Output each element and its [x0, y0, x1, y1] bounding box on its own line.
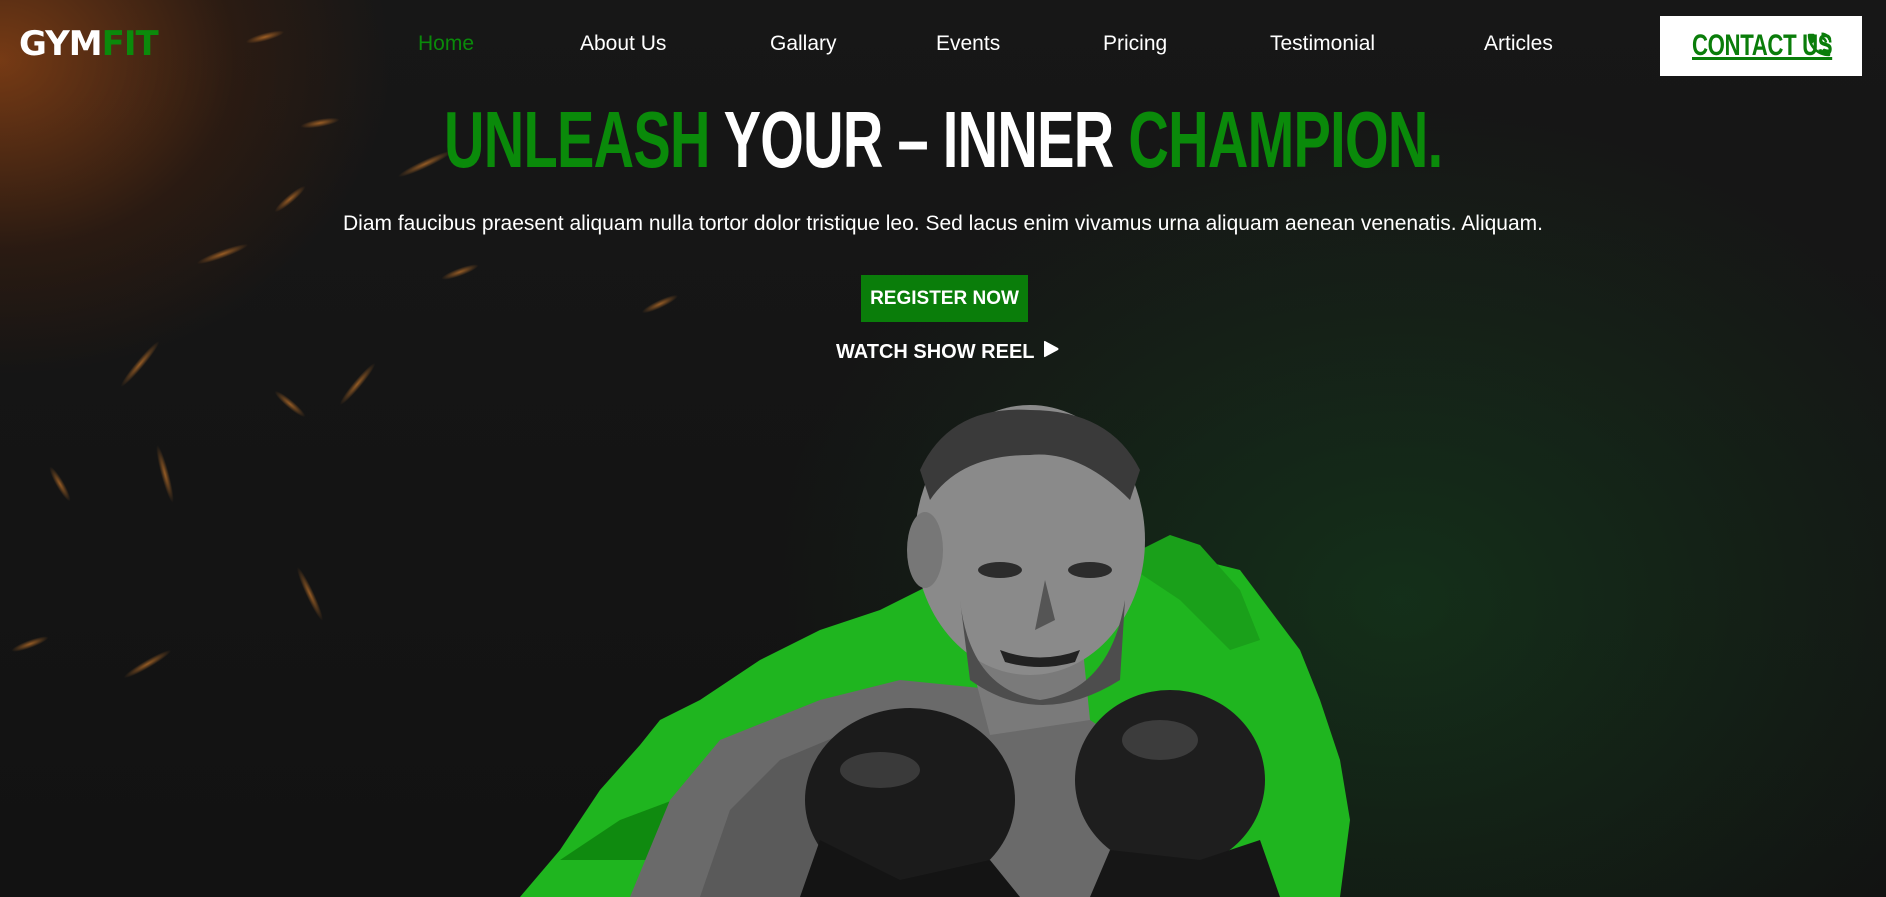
nav-item-gallary[interactable]: Gallary	[770, 32, 837, 56]
nav-item-pricing[interactable]: Pricing	[1103, 32, 1167, 56]
headline-word-your-inner: YOUR – INNER	[723, 95, 1114, 184]
nav-item-testimonial[interactable]: Testimonial	[1270, 32, 1375, 56]
nav-item-events[interactable]: Events	[936, 32, 1000, 56]
hero-headline: UNLEASH YOUR – INNER CHAMPION.	[0, 96, 1886, 184]
watch-show-reel-label: WATCH SHOW REEL	[836, 340, 1035, 363]
headline-word-champion: CHAMPION.	[1128, 95, 1443, 184]
register-now-button[interactable]: REGISTER NOW	[861, 275, 1028, 322]
contact-us-button[interactable]: CONTACT US	[1660, 16, 1862, 76]
phone-icon	[1807, 32, 1832, 57]
nav-item-articles[interactable]: Articles	[1484, 32, 1553, 56]
hero-subtitle: Diam faucibus praesent aliquam nulla tor…	[343, 212, 1543, 235]
watch-show-reel-link[interactable]: WATCH SHOW REEL	[836, 339, 1059, 365]
play-icon	[1043, 340, 1059, 358]
main-nav: Home About Us Gallary Events Pricing Tes…	[0, 32, 1886, 60]
nav-item-about-us[interactable]: About Us	[580, 32, 666, 56]
headline-word-unleash: UNLEASH	[443, 95, 710, 184]
nav-item-home[interactable]: Home	[418, 32, 474, 56]
